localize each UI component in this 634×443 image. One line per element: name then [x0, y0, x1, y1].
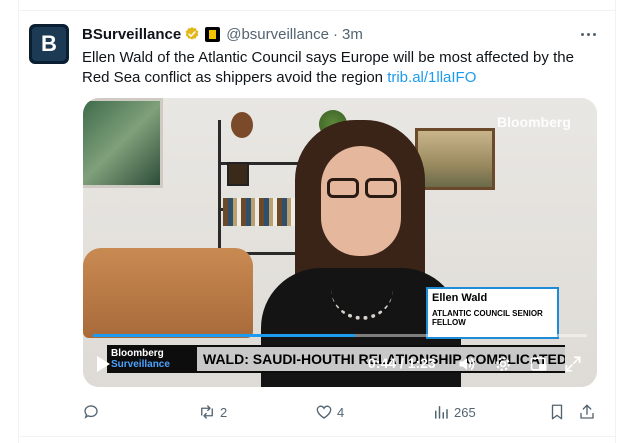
bookmark-icon — [551, 404, 563, 420]
tweet-link[interactable]: trib.al/1llaIFO — [387, 69, 476, 86]
bg-photo-frame — [227, 162, 249, 186]
repost-button[interactable]: 2 — [198, 402, 227, 422]
settings-gear-icon[interactable] — [493, 354, 513, 374]
avatar-letter: B — [32, 27, 66, 61]
more-options-icon[interactable] — [576, 24, 600, 44]
like-count: 4 — [337, 404, 345, 420]
bg-painting-right — [415, 128, 495, 190]
volume-icon[interactable] — [457, 354, 477, 374]
progress-fill — [93, 334, 355, 337]
post-time[interactable]: 3m — [342, 26, 363, 43]
affiliate-badge-icon[interactable] — [205, 26, 221, 42]
heart-icon — [316, 405, 332, 419]
reply-button[interactable] — [82, 402, 104, 422]
video-player[interactable]: Bloomberg Ellen Wald ATLANTIC COUNCIL SE… — [83, 98, 597, 387]
author-handle[interactable]: @bsurveillance — [226, 26, 329, 43]
ticker-logo-bottom: Surveillance — [111, 359, 170, 370]
bg-vase — [231, 112, 253, 138]
reply-icon — [84, 405, 98, 419]
avatar[interactable]: B — [29, 24, 69, 64]
tweet-body: Ellen Wald of the Atlantic Council says … — [82, 49, 574, 86]
lower-third: Ellen Wald ATLANTIC COUNCIL SENIOR FELLO… — [426, 287, 559, 339]
divider-top — [18, 10, 616, 11]
progress-bar[interactable] — [93, 334, 587, 337]
video-time: 0:44 / 1:23 — [368, 355, 436, 371]
divider-right — [615, 0, 616, 443]
lower-third-title: ATLANTIC COUNCIL SENIOR FELLOW — [432, 309, 543, 327]
action-bar: 2 4 265 — [82, 402, 602, 422]
video-frame — [83, 98, 597, 387]
ticker-logo: Bloomberg Surveillance — [107, 345, 195, 373]
bookmark-button[interactable] — [548, 402, 566, 422]
author-name[interactable]: BSurveillance — [82, 26, 181, 43]
bg-books — [223, 198, 303, 226]
speaker-glasses — [323, 178, 401, 200]
fullscreen-icon[interactable] — [563, 354, 583, 374]
like-button[interactable]: 4 — [315, 402, 344, 422]
views-button[interactable]: 265 — [432, 402, 476, 422]
views-count: 265 — [454, 404, 476, 420]
bloomberg-watermark: Bloomberg — [497, 114, 571, 130]
tweet-card[interactable]: B BSurveillance @bsurveillance · 3m Elle… — [0, 0, 634, 443]
speaker-face — [321, 146, 401, 256]
tweet-text: Ellen Wald of the Atlantic Council says … — [82, 48, 602, 88]
share-icon — [580, 404, 594, 419]
verified-badge-icon — [185, 27, 199, 40]
lower-third-name: Ellen Wald — [432, 292, 488, 304]
repost-count: 2 — [220, 404, 228, 420]
share-button[interactable] — [578, 402, 596, 422]
bg-sofa — [83, 248, 253, 338]
separator-dot: · — [333, 25, 338, 43]
play-icon[interactable] — [97, 356, 110, 372]
divider-bottom — [18, 436, 616, 437]
analytics-icon — [435, 406, 448, 419]
tweet-header: BSurveillance @bsurveillance · 3m — [82, 24, 363, 44]
bg-painting-left — [83, 98, 163, 188]
ticker-logo-top: Bloomberg — [111, 348, 164, 359]
divider-left — [18, 0, 19, 443]
repost-icon — [201, 405, 213, 419]
picture-in-picture-icon[interactable] — [529, 354, 549, 374]
